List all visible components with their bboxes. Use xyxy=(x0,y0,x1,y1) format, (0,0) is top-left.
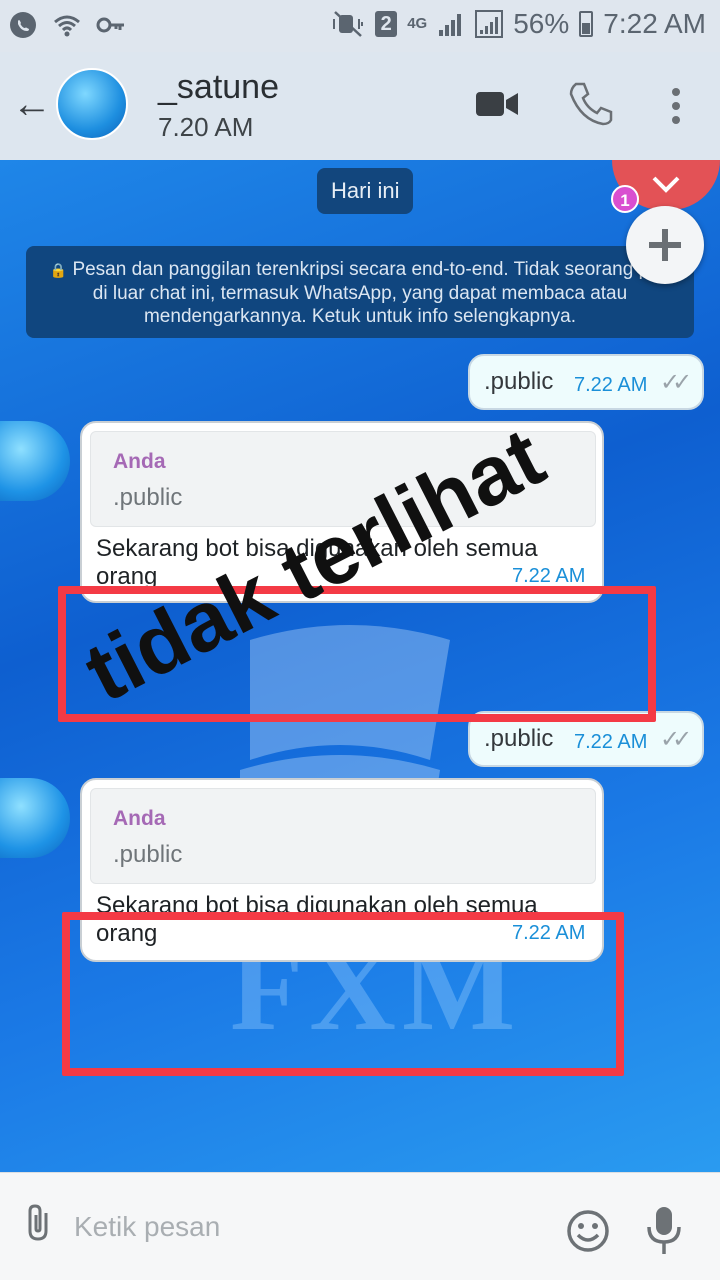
quote-text: .public xyxy=(113,484,183,511)
double-check-icon: ✓✓ xyxy=(660,369,692,396)
sender-avatar[interactable] xyxy=(0,778,70,858)
chat-area[interactable]: FXM Hari ini 🔒 Pesan dan panggilan teren… xyxy=(0,160,720,1172)
chevron-down-icon xyxy=(652,176,680,193)
plus-icon xyxy=(649,229,681,261)
clock: 7:22 AM xyxy=(603,8,706,39)
wifi-icon xyxy=(54,15,80,37)
back-arrow-icon[interactable]: ← xyxy=(12,82,52,126)
message-input-bar xyxy=(0,1172,720,1280)
date-chip: Hari ini xyxy=(317,168,414,214)
quote-text: .public xyxy=(113,841,183,868)
phone-icon[interactable] xyxy=(568,80,616,128)
chat-header: ← _satune 7.20 AM xyxy=(0,52,720,160)
signal-icon xyxy=(475,10,504,38)
whatsapp-icon xyxy=(10,12,36,38)
sender-avatar[interactable] xyxy=(0,421,70,501)
message-time: 7.22 AM xyxy=(574,731,648,753)
network-type: 4G xyxy=(407,15,428,32)
more-vert-icon[interactable] xyxy=(670,86,682,126)
battery-percent: 56% xyxy=(513,8,570,39)
battery-icon xyxy=(579,11,594,37)
message-text: .public xyxy=(484,725,554,752)
encryption-text: Pesan dan panggilan terenkripsi secara e… xyxy=(72,259,671,327)
encryption-notice[interactable]: 🔒 Pesan dan panggilan terenkripsi secara… xyxy=(26,246,694,338)
quoted-message[interactable]: Anda .public xyxy=(90,788,596,884)
last-seen: 7.20 AM xyxy=(158,112,254,142)
message-time: 7.22 AM xyxy=(512,565,586,587)
quote-author: Anda xyxy=(113,807,166,830)
attach-icon[interactable] xyxy=(24,1203,56,1243)
annotation-box xyxy=(62,912,624,1076)
status-bar: 2 4G 56% 7:22 AM xyxy=(0,0,720,52)
contact-name[interactable]: _satune xyxy=(158,68,279,107)
add-button[interactable] xyxy=(626,206,704,284)
double-check-icon: ✓✓ xyxy=(660,726,692,753)
quote-author: Anda xyxy=(113,450,166,473)
unread-badge: 1 xyxy=(611,185,639,213)
message-text: .public xyxy=(484,368,554,395)
video-call-icon[interactable] xyxy=(476,90,518,118)
key-icon xyxy=(96,17,124,33)
mute-icon xyxy=(333,11,364,37)
message-input[interactable] xyxy=(74,1201,534,1253)
lock-icon: 🔒 xyxy=(49,262,68,278)
emoji-icon[interactable] xyxy=(566,1209,610,1253)
mic-icon[interactable] xyxy=(644,1205,684,1257)
signal-icon xyxy=(439,14,462,36)
sim-badge: 2 xyxy=(375,11,398,37)
contact-avatar[interactable] xyxy=(56,68,128,140)
